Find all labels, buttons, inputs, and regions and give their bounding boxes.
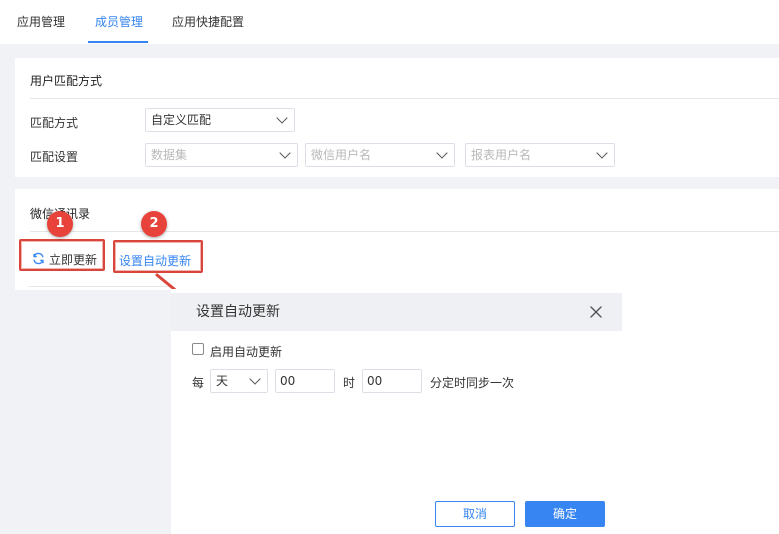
chevron-down-icon bbox=[436, 147, 448, 159]
active-tab-indicator bbox=[88, 41, 148, 43]
chevron-down-icon bbox=[279, 147, 291, 159]
minute-input[interactable]: 00 bbox=[362, 369, 422, 393]
table-header-line bbox=[28, 286, 170, 287]
period-value: 天 bbox=[216, 374, 229, 388]
user-match-title: 用户匹配方式 bbox=[30, 74, 103, 88]
wechat-user-select[interactable]: 微信用户名 bbox=[305, 143, 455, 167]
dataset-placeholder: 数据集 bbox=[151, 148, 188, 162]
dataset-select[interactable]: 数据集 bbox=[145, 143, 298, 167]
tab-app-management[interactable]: 应用管理 bbox=[17, 0, 65, 44]
report-user-placeholder: 报表用户名 bbox=[471, 148, 532, 162]
match-method-value: 自定义匹配 bbox=[151, 113, 212, 127]
every-label: 每 bbox=[192, 376, 205, 390]
callout-badge-1: 1 bbox=[47, 211, 73, 237]
user-match-panel: 用户匹配方式 匹配方式 自定义匹配 匹配设置 数据集 微信用户名 报表用户名 bbox=[15, 58, 779, 177]
highlight-box-auto-update bbox=[113, 240, 203, 273]
match-method-select[interactable]: 自定义匹配 bbox=[145, 108, 295, 132]
chevron-down-icon bbox=[596, 147, 608, 159]
dialog-header: 设置自动更新 bbox=[171, 293, 622, 331]
dialog-title: 设置自动更新 bbox=[196, 304, 280, 320]
close-icon[interactable] bbox=[589, 305, 603, 319]
chevron-down-icon bbox=[276, 112, 288, 124]
match-method-label: 匹配方式 bbox=[30, 116, 79, 130]
cancel-button[interactable]: 取消 bbox=[435, 501, 515, 527]
hour-input[interactable]: 00 bbox=[275, 369, 335, 393]
wechat-user-placeholder: 微信用户名 bbox=[311, 148, 372, 162]
enable-auto-update-label: 启用自动更新 bbox=[210, 345, 283, 359]
match-setting-label: 匹配设置 bbox=[30, 150, 79, 164]
tab-app-quick-config[interactable]: 应用快捷配置 bbox=[172, 0, 244, 44]
enable-auto-update-checkbox[interactable] bbox=[192, 343, 204, 355]
tab-member-management[interactable]: 成员管理 bbox=[95, 0, 143, 44]
highlight-box-refresh bbox=[19, 239, 105, 271]
report-user-select[interactable]: 报表用户名 bbox=[465, 143, 615, 167]
auto-update-dialog: 设置自动更新 启用自动更新 每 天 00 时 00 分定时同步一次 取消 确定 bbox=[171, 289, 779, 534]
minute-suffix-label: 分定时同步一次 bbox=[430, 376, 515, 390]
chevron-down-icon bbox=[249, 373, 261, 385]
top-tab-bar: 应用管理 成员管理 应用快捷配置 bbox=[0, 0, 779, 44]
divider bbox=[30, 98, 779, 99]
period-select[interactable]: 天 bbox=[210, 369, 268, 393]
hour-label: 时 bbox=[343, 376, 356, 390]
callout-badge-2: 2 bbox=[141, 211, 167, 237]
ok-button[interactable]: 确定 bbox=[525, 501, 605, 527]
